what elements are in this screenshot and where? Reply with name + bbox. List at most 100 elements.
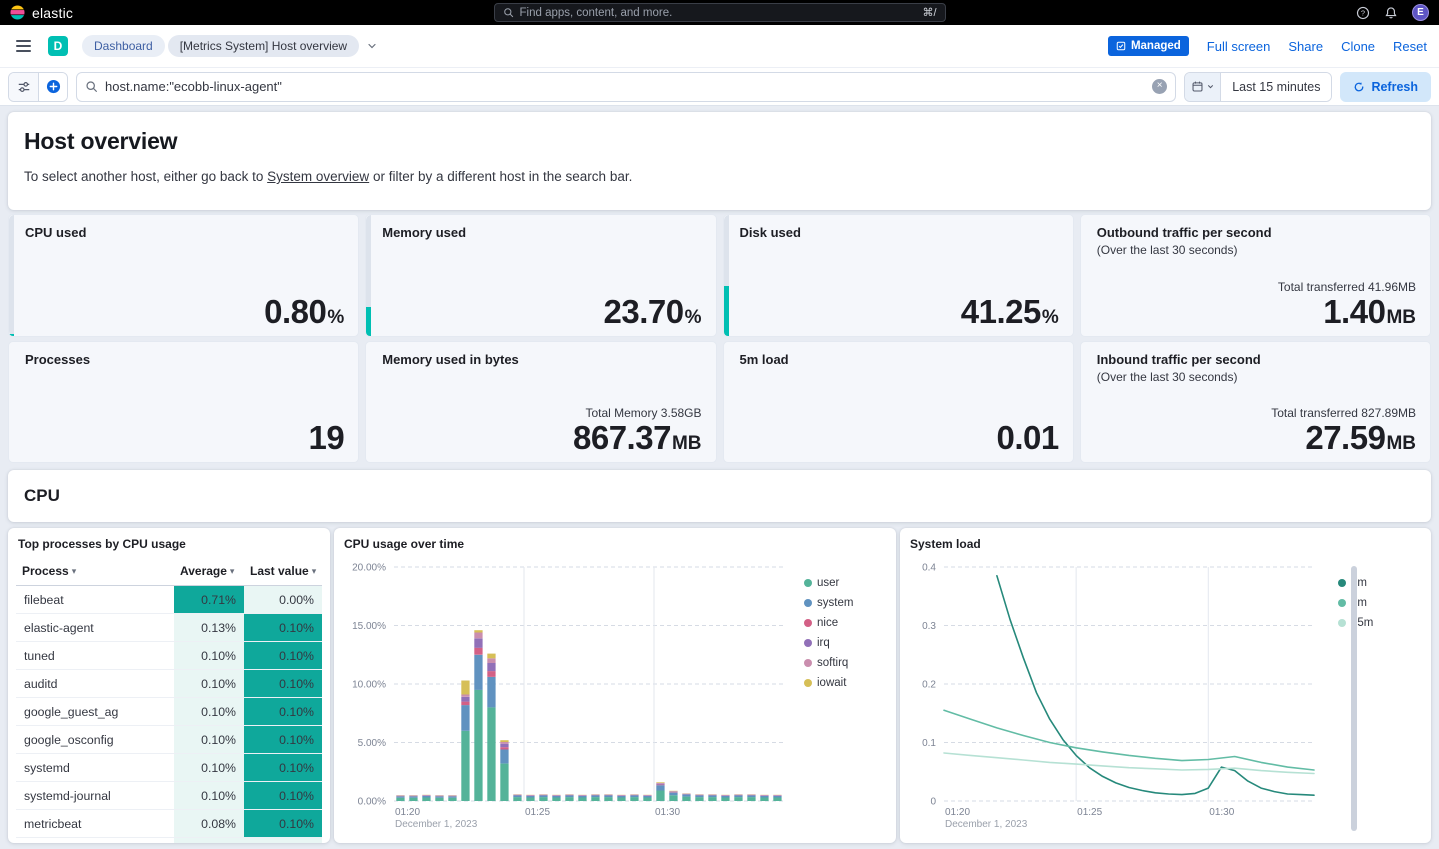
- bar-segment-iowait[interactable]: [500, 740, 508, 742]
- bar-segment-system[interactable]: [578, 796, 586, 798]
- bar-segment-softirq[interactable]: [669, 791, 677, 792]
- bar-segment-system[interactable]: [682, 795, 690, 797]
- bar-segment-nice[interactable]: [461, 702, 469, 706]
- bar-segment-user[interactable]: [708, 797, 716, 801]
- bar-segment-user[interactable]: [734, 797, 742, 801]
- bar-segment-user[interactable]: [409, 798, 417, 801]
- global-search[interactable]: ⌘/: [494, 3, 946, 22]
- bar-segment-user[interactable]: [656, 791, 664, 802]
- scrollbar-thumb[interactable]: [1351, 566, 1357, 831]
- share-button[interactable]: Share: [1288, 39, 1323, 54]
- bar-segment-system[interactable]: [773, 796, 781, 798]
- load-line-5m[interactable]: [944, 710, 1314, 770]
- bar-segment-user[interactable]: [474, 690, 482, 801]
- system-overview-link[interactable]: System overview: [267, 169, 369, 184]
- bar-segment-system[interactable]: [422, 796, 430, 798]
- elastic-logo-icon[interactable]: [10, 5, 25, 20]
- global-search-input[interactable]: [520, 7, 917, 19]
- legend-item-user[interactable]: user: [804, 577, 853, 589]
- bar-segment-nice[interactable]: [500, 747, 508, 749]
- bar-segment-system[interactable]: [487, 677, 495, 707]
- bar-segment-softirq[interactable]: [474, 633, 482, 639]
- help-icon[interactable]: ?: [1356, 6, 1370, 20]
- bar-segment-user[interactable]: [552, 798, 560, 802]
- bar-segment-system[interactable]: [630, 796, 638, 798]
- bar-segment-user[interactable]: [526, 798, 534, 802]
- bar-segment-system[interactable]: [461, 705, 469, 731]
- bar-segment-irq[interactable]: [656, 784, 664, 785]
- bar-segment-iowait[interactable]: [656, 782, 664, 783]
- bar-segment-irq[interactable]: [474, 638, 482, 647]
- chevron-down-icon[interactable]: [366, 40, 378, 52]
- bar-segment-user[interactable]: [513, 797, 521, 801]
- user-avatar[interactable]: E: [1412, 4, 1429, 21]
- column-header-last-value[interactable]: Last value▾: [244, 557, 322, 586]
- bar-segment-user[interactable]: [578, 798, 586, 802]
- bar-segment-system[interactable]: [643, 796, 651, 798]
- bar-segment-user[interactable]: [461, 731, 469, 801]
- bar-segment-softirq[interactable]: [656, 783, 664, 784]
- add-filter-button[interactable]: [38, 73, 67, 101]
- bar-segment-iowait[interactable]: [461, 681, 469, 695]
- bar-segment-nice[interactable]: [487, 671, 495, 677]
- bar-segment-user[interactable]: [695, 797, 703, 801]
- bar-segment-nice[interactable]: [656, 785, 664, 786]
- query-text-field[interactable]: [105, 79, 1145, 94]
- bar-segment-system[interactable]: [500, 750, 508, 764]
- bar-segment-irq[interactable]: [487, 663, 495, 671]
- bar-segment-system[interactable]: [539, 796, 547, 798]
- bar-segment-system[interactable]: [526, 796, 534, 798]
- bar-segment-user[interactable]: [604, 797, 612, 801]
- system-load-chart-canvas[interactable]: 00.10.20.30.401:20December 1, 202301:250…: [908, 557, 1326, 835]
- bar-segment-system[interactable]: [435, 796, 443, 797]
- bar-segment-system[interactable]: [760, 796, 768, 798]
- bar-segment-system[interactable]: [513, 796, 521, 798]
- bar-segment-system[interactable]: [565, 796, 573, 798]
- reset-button[interactable]: Reset: [1393, 39, 1427, 54]
- bar-segment-user[interactable]: [669, 795, 677, 801]
- bar-segment-softirq[interactable]: [500, 742, 508, 744]
- legend-item-softirq[interactable]: softirq: [804, 657, 853, 669]
- bar-segment-user[interactable]: [773, 798, 781, 802]
- bar-segment-system[interactable]: [591, 796, 599, 798]
- bar-segment-system[interactable]: [734, 796, 742, 798]
- bar-segment-user[interactable]: [422, 798, 430, 802]
- bar-segment-system[interactable]: [617, 796, 625, 798]
- bar-segment-system[interactable]: [656, 785, 664, 790]
- bar-segment-system[interactable]: [721, 796, 729, 798]
- bar-segment-user[interactable]: [721, 798, 729, 802]
- menu-icon[interactable]: [12, 33, 38, 59]
- bar-segment-system[interactable]: [448, 796, 456, 797]
- bar-segment-user[interactable]: [747, 797, 755, 801]
- bar-segment-user[interactable]: [565, 797, 573, 801]
- clear-query-icon[interactable]: ×: [1152, 79, 1167, 94]
- bar-segment-softirq[interactable]: [487, 658, 495, 663]
- bar-segment-system[interactable]: [474, 655, 482, 690]
- legend-item-nice[interactable]: nice: [804, 617, 853, 629]
- clone-button[interactable]: Clone: [1341, 39, 1375, 54]
- bar-segment-user[interactable]: [630, 797, 638, 801]
- bar-segment-system[interactable]: [396, 796, 404, 797]
- bar-segment-user[interactable]: [682, 797, 690, 801]
- column-header-average[interactable]: Average▾: [174, 557, 244, 586]
- legend-item-irq[interactable]: irq: [804, 637, 853, 649]
- bar-segment-iowait[interactable]: [474, 630, 482, 632]
- bar-segment-nice[interactable]: [474, 648, 482, 655]
- bar-segment-iowait[interactable]: [487, 654, 495, 659]
- bar-segment-system[interactable]: [708, 796, 716, 798]
- bar-segment-user[interactable]: [760, 798, 768, 802]
- bar-segment-system[interactable]: [552, 796, 560, 798]
- query-input[interactable]: ×: [76, 72, 1176, 102]
- bar-segment-irq[interactable]: [500, 744, 508, 748]
- bar-segment-irq[interactable]: [461, 697, 469, 702]
- breadcrumb-current-page[interactable]: [Metrics System] Host overview: [168, 35, 359, 57]
- bar-segment-softirq[interactable]: [461, 695, 469, 697]
- bar-segment-user[interactable]: [500, 764, 508, 801]
- legend-item-system[interactable]: system: [804, 597, 853, 609]
- column-header-process[interactable]: Process▾: [16, 557, 174, 586]
- bar-segment-system[interactable]: [409, 796, 417, 797]
- bar-segment-system[interactable]: [604, 796, 612, 798]
- bar-segment-system[interactable]: [695, 796, 703, 798]
- legend-item-iowait[interactable]: iowait: [804, 677, 853, 689]
- time-range-button[interactable]: Last 15 minutes: [1221, 73, 1331, 101]
